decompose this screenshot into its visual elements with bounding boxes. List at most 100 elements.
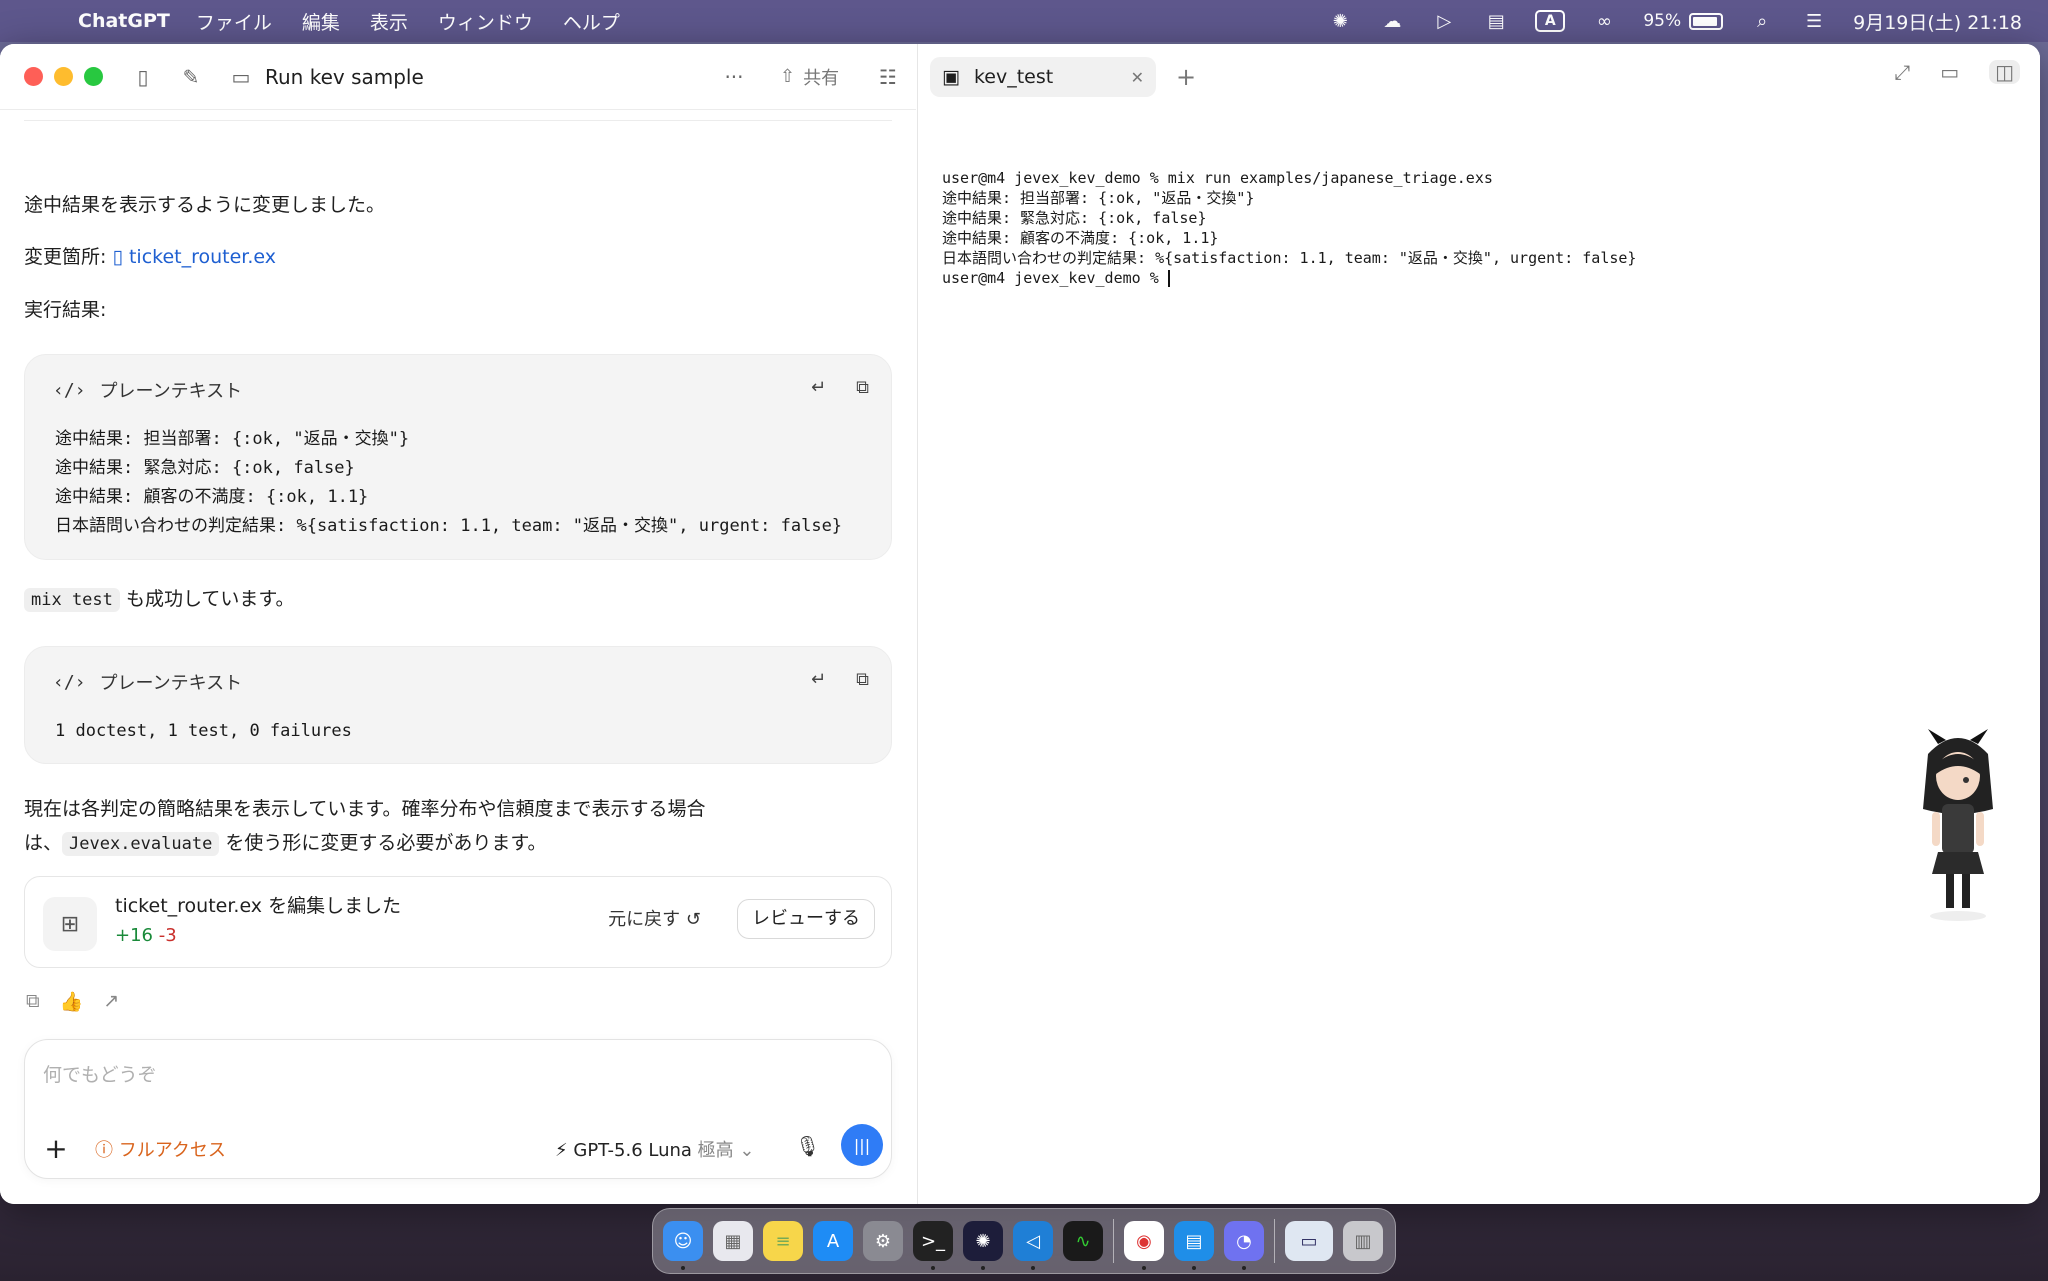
task-list-icon[interactable]: ☷ [874, 63, 902, 91]
code-lang-label: プレーンテキスト [99, 673, 243, 694]
system-settings-icon[interactable]: ⚙ [863, 1221, 903, 1261]
control-center-icon[interactable]: ☰ [1801, 10, 1827, 32]
chat-title[interactable]: Run kev sample [265, 65, 424, 89]
status-area: ✺ ☁ ▷ ▤ A ∞ 95% ⌕ ☰ 9月19日(土) 21:18 [1327, 0, 2022, 42]
menu-view[interactable]: 表示 [370, 8, 408, 35]
trash-icon[interactable]: ▥ [1343, 1221, 1383, 1261]
add-attachment-button[interactable]: + [41, 1132, 71, 1165]
sidebar-toggle-icon[interactable]: ▯ [129, 63, 157, 91]
code-block-header: ‹/› プレーンテキスト [53, 669, 242, 695]
microphone-icon[interactable]: 🎙 [795, 1134, 820, 1158]
share-button[interactable]: ⇧ 共有 [780, 64, 839, 90]
terminal-icon[interactable]: >_ [913, 1221, 953, 1270]
dock-separator [1274, 1219, 1275, 1263]
terminal-pane: ▣ kev_test ✕ + ⤢ ▭ ◫ user@m4 jevex_kev_d… [917, 44, 2040, 1204]
bottom-panel-icon[interactable]: ▭ [1940, 60, 1959, 84]
menu-help[interactable]: ヘルプ [563, 8, 620, 35]
close-tab-icon[interactable]: ✕ [1131, 68, 1144, 87]
activity-monitor-icon[interactable]: ∿ [1063, 1221, 1103, 1261]
pane-controls: ⤢ ▭ ◫ [1894, 60, 2020, 84]
terminal-tab[interactable]: ▣ kev_test ✕ [930, 57, 1156, 97]
docker-icon[interactable]: ▤ [1174, 1221, 1214, 1270]
copy-message-icon[interactable]: ⧉ [26, 990, 40, 1013]
wrap-toggle-icon[interactable]: ↵ [811, 669, 826, 690]
menu-clock[interactable]: 9月19日(土) 21:18 [1853, 8, 2022, 35]
launchpad-icon[interactable]: ▦ [713, 1221, 753, 1261]
mascot-character-icon[interactable] [1908, 724, 2008, 924]
notes-icon[interactable]: ≡ [763, 1221, 803, 1261]
message-input[interactable]: 何でもどうぞ [43, 1060, 157, 1087]
undo-button[interactable]: 元に戻す ↺ [608, 905, 701, 931]
copy-icon[interactable]: ⧉ [856, 377, 869, 398]
spotlight-icon[interactable]: ⌕ [1749, 10, 1775, 32]
app-menu[interactable]: ChatGPT [78, 10, 170, 32]
more-options-icon[interactable]: ··· [720, 63, 748, 91]
share-message-icon[interactable]: ↗ [103, 990, 119, 1013]
result-label: 実行結果: [24, 299, 107, 321]
message-actions: ⧉ 👍 ↗ [26, 990, 119, 1013]
summary-line-1: 現在は各判定の簡略結果を表示しています。確率分布や信頼度まで表示する場合 [24, 798, 706, 820]
play-icon[interactable]: ▷ [1431, 10, 1457, 32]
chrome-icon[interactable]: ◉ [1124, 1221, 1164, 1270]
menu-file[interactable]: ファイル [196, 8, 272, 35]
new-chat-icon[interactable]: ✎ [177, 63, 205, 91]
effort-level: 極高 [697, 1140, 734, 1161]
menu-window[interactable]: ウィンドウ [438, 8, 533, 35]
wrap-toggle-icon[interactable]: ↵ [811, 377, 826, 398]
messenger-icon[interactable]: ◔ [1224, 1221, 1264, 1270]
chevron-down-icon: ⌄ [739, 1140, 755, 1161]
file-link[interactable]: ▯ ticket_router.ex [112, 246, 276, 268]
diff-stats: +16 -3 [115, 925, 177, 946]
intro-text: 途中結果を表示するように変更しました。 [24, 194, 386, 216]
chatgpt-icon[interactable]: ✺ [963, 1221, 1003, 1270]
changed-label: 変更箇所: [24, 246, 107, 268]
minimize-window-button[interactable] [54, 67, 73, 86]
openai-status-icon[interactable]: ✺ [1327, 10, 1353, 32]
feedback-icon[interactable]: 👍 [60, 990, 84, 1013]
battery-percent: 95% [1643, 11, 1682, 31]
finder-icon[interactable]: ☺ [663, 1221, 703, 1270]
code-icon: ‹/› [53, 379, 86, 401]
inline-code: Jevex.evaluate [62, 832, 220, 856]
terminal-tab-title: kev_test [973, 66, 1054, 88]
divider [24, 120, 892, 121]
project-folder-icon[interactable]: ▭ [227, 63, 255, 91]
battery-status[interactable]: 95% [1643, 11, 1724, 31]
vscode-icon[interactable]: ◁ [1013, 1221, 1053, 1270]
code-line: 途中結果: 担当部署: {:ok, "返品・交換"} [55, 429, 410, 449]
dock: ☺ ▦ ≡ A ⚙ >_ ✺ ◁ ∿ ◉ ▤ ◔ ▭ ▥ [652, 1208, 1396, 1274]
new-tab-button[interactable]: + [1176, 63, 1196, 91]
code-block-result: ‹/› プレーンテキスト ↵ ⧉ 途中結果: 担当部署: {:ok, "返品・交… [24, 354, 892, 560]
copy-icon[interactable]: ⧉ [856, 669, 869, 690]
link-icon[interactable]: ∞ [1591, 10, 1617, 32]
lines-added: +16 [115, 925, 153, 946]
access-mode-button[interactable]: ⓘ フルアクセス [95, 1136, 226, 1162]
code-line: 1 doctest, 1 test, 0 failures [55, 721, 352, 741]
weather-icon[interactable]: ☁ [1379, 10, 1405, 32]
menu-bar: ChatGPT ファイル 編集 表示 ウィンドウ ヘルプ ✺ ☁ ▷ ▤ A ∞… [0, 0, 2048, 42]
undo-icon: ↺ [685, 909, 701, 930]
side-panel-icon[interactable]: ◫ [1989, 60, 2020, 84]
file-edit-card[interactable]: ⊞ ticket_router.ex を編集しました +16 -3 元に戻す ↺… [24, 876, 892, 968]
share-icon: ⇧ [780, 66, 796, 87]
preview-icon[interactable]: ▭ [1285, 1221, 1333, 1261]
edited-action: を編集しました [268, 895, 402, 917]
document-icon: ▯ [112, 246, 123, 268]
bolt-icon: ⚡ [555, 1140, 568, 1161]
expand-icon[interactable]: ⤢ [1894, 60, 1910, 84]
close-window-button[interactable] [24, 67, 43, 86]
app-store-icon[interactable]: A [813, 1221, 853, 1261]
memory-icon[interactable]: ▤ [1483, 10, 1509, 32]
model-name: GPT-5.6 Luna [573, 1140, 692, 1161]
review-button[interactable]: レビューする [737, 899, 875, 939]
input-mode-icon[interactable]: A [1535, 10, 1566, 32]
model-selector[interactable]: ⚡ GPT-5.6 Luna 極高 ⌄ [555, 1136, 754, 1162]
maximize-window-button[interactable] [84, 67, 103, 86]
mix-test-text: も成功しています。 [125, 588, 295, 610]
terminal-output[interactable]: user@m4 jevex_kev_demo % mix run example… [942, 168, 1636, 288]
voice-mode-button[interactable]: ||| [841, 1124, 883, 1166]
lines-removed: -3 [158, 925, 177, 946]
mix-test-line: mix test も成功しています。 [24, 584, 295, 612]
menu-edit[interactable]: 編集 [302, 8, 340, 35]
code-block-actions: ↵ ⧉ [811, 669, 869, 690]
